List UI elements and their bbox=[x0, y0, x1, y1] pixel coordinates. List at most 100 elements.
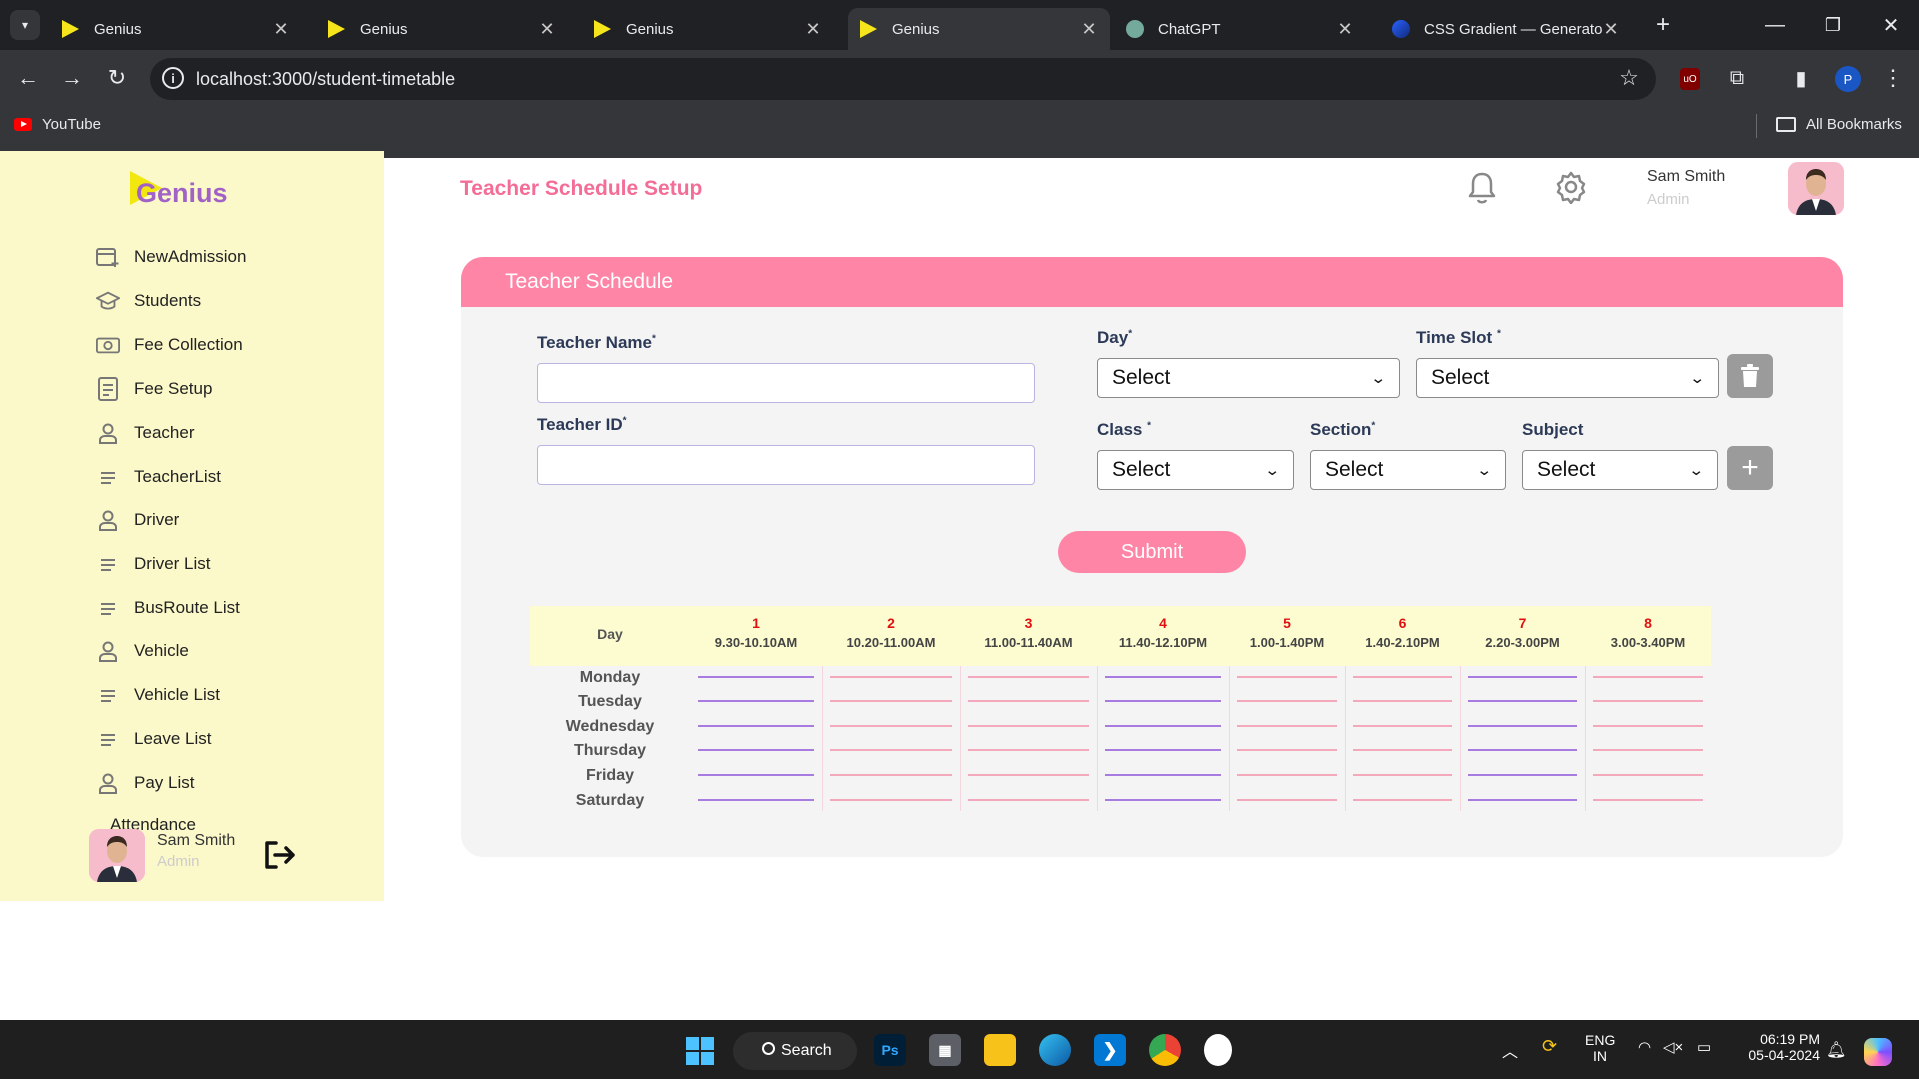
browser-tab-active[interactable]: Genius ✕ bbox=[848, 8, 1110, 50]
sidebar-item-pay-list[interactable]: Pay List bbox=[96, 772, 194, 794]
timetable-slot[interactable] bbox=[698, 700, 814, 702]
timetable-slot[interactable] bbox=[1237, 749, 1337, 751]
submit-button[interactable]: Submit bbox=[1058, 531, 1246, 573]
sidebar-item-driver-list[interactable]: Driver List bbox=[96, 553, 211, 575]
language-indicator[interactable]: ENG IN bbox=[1585, 1032, 1615, 1064]
timetable-slot[interactable] bbox=[1105, 700, 1221, 702]
timetable-slot[interactable] bbox=[1468, 676, 1577, 678]
tray-overflow-chevron-icon[interactable]: ︿ bbox=[1502, 1038, 1518, 1062]
timetable-slot[interactable] bbox=[968, 774, 1089, 776]
close-window-icon[interactable]: ✕ bbox=[1876, 10, 1906, 40]
timetable-slot[interactable] bbox=[1593, 676, 1703, 678]
battery-icon[interactable]: ▭ bbox=[1697, 1038, 1711, 1056]
notification-icon[interactable]: 🔔︎ bbox=[1826, 1040, 1846, 1060]
timetable-slot[interactable] bbox=[698, 799, 814, 801]
day-select[interactable]: Select ⌄ bbox=[1097, 358, 1400, 398]
photoshop-icon[interactable]: Ps bbox=[874, 1034, 906, 1066]
sidebar-item-vehicle[interactable]: Vehicle bbox=[96, 640, 189, 662]
timetable-slot[interactable] bbox=[1353, 749, 1452, 751]
class-select[interactable]: Select ⌄ bbox=[1097, 450, 1294, 490]
timetable-slot[interactable] bbox=[830, 774, 952, 776]
back-arrow-icon[interactable]: ← bbox=[13, 63, 43, 93]
profile-avatar[interactable]: P bbox=[1835, 66, 1861, 92]
timetable-slot[interactable] bbox=[1468, 774, 1577, 776]
close-tab-icon[interactable]: ✕ bbox=[538, 19, 556, 40]
sidebar-item-busroute-list[interactable]: BusRoute List bbox=[96, 597, 240, 619]
timetable-slot[interactable] bbox=[830, 799, 952, 801]
browser-tab[interactable]: CSS Gradient — Generator ✕ bbox=[1380, 8, 1632, 50]
browser-tab[interactable]: ChatGPT ✕ bbox=[1114, 8, 1366, 50]
timetable-slot[interactable] bbox=[698, 749, 814, 751]
copilot-icon[interactable] bbox=[1864, 1038, 1892, 1066]
clock[interactable]: 06:19 PM 05-04-2024 bbox=[1738, 1031, 1820, 1063]
sidebar-item-driver[interactable]: Driver bbox=[96, 509, 179, 531]
timetable-slot[interactable] bbox=[1105, 725, 1221, 727]
sidebar-item-fee-collection[interactable]: Fee Collection bbox=[96, 334, 243, 356]
section-select[interactable]: Select ⌄ bbox=[1310, 450, 1506, 490]
restore-window-icon[interactable]: ❐ bbox=[1818, 10, 1848, 40]
timetable-slot[interactable] bbox=[968, 725, 1089, 727]
site-info-icon[interactable]: i bbox=[162, 67, 184, 89]
teacher-name-input[interactable] bbox=[537, 363, 1035, 403]
bookmark-youtube[interactable]: YouTube bbox=[42, 116, 101, 133]
address-bar[interactable]: localhost:3000/student-timetable bbox=[150, 58, 1656, 100]
timetable-slot[interactable] bbox=[698, 676, 814, 678]
sidebar-item-new-admission[interactable]: NewAdmission bbox=[96, 246, 246, 268]
sidebar-item-fee-setup[interactable]: Fee Setup bbox=[96, 377, 212, 401]
side-panel-icon[interactable]: ▮ bbox=[1786, 63, 1816, 93]
bookmark-star-icon[interactable]: ☆ bbox=[1614, 63, 1644, 93]
forward-arrow-icon[interactable]: → bbox=[57, 63, 87, 93]
timetable-slot[interactable] bbox=[968, 799, 1089, 801]
close-tab-icon[interactable]: ✕ bbox=[1080, 19, 1098, 40]
close-tab-icon[interactable]: ✕ bbox=[1602, 19, 1620, 40]
browser-tab[interactable]: Genius ✕ bbox=[316, 8, 568, 50]
taskbar-search[interactable]: Search bbox=[733, 1032, 857, 1070]
timetable-slot[interactable] bbox=[1237, 774, 1337, 776]
timetable-slot[interactable] bbox=[1468, 700, 1577, 702]
sidebar-item-teacher[interactable]: Teacher bbox=[96, 422, 194, 444]
timetable-slot[interactable] bbox=[1105, 676, 1221, 678]
timetable-slot[interactable] bbox=[1593, 799, 1703, 801]
time-slot-select[interactable]: Select ⌄ bbox=[1416, 358, 1719, 398]
timetable-slot[interactable] bbox=[830, 700, 952, 702]
edge-icon[interactable] bbox=[1039, 1034, 1071, 1066]
timetable-slot[interactable] bbox=[968, 749, 1089, 751]
sidebar-item-teacher-list[interactable]: TeacherList bbox=[96, 466, 221, 488]
volume-muted-icon[interactable]: ◁× bbox=[1663, 1038, 1683, 1056]
browser-tab[interactable]: Genius ✕ bbox=[582, 8, 834, 50]
file-explorer-icon[interactable] bbox=[984, 1034, 1016, 1066]
timetable-slot[interactable] bbox=[1237, 700, 1337, 702]
timetable-slot[interactable] bbox=[1593, 700, 1703, 702]
timetable-slot[interactable] bbox=[1237, 799, 1337, 801]
timetable-slot[interactable] bbox=[698, 725, 814, 727]
sidebar-item-vehicle-list[interactable]: Vehicle List bbox=[96, 684, 220, 706]
timetable-slot[interactable] bbox=[830, 749, 952, 751]
timetable-slot[interactable] bbox=[830, 676, 952, 678]
timetable-slot[interactable] bbox=[1237, 725, 1337, 727]
timetable-slot[interactable] bbox=[1468, 749, 1577, 751]
ublock-extension-icon[interactable]: uO bbox=[1680, 68, 1700, 90]
timetable-slot[interactable] bbox=[1353, 676, 1452, 678]
teacher-id-input[interactable] bbox=[537, 445, 1035, 485]
logout-icon[interactable] bbox=[263, 840, 297, 870]
timetable-slot[interactable] bbox=[698, 774, 814, 776]
browser-tab[interactable]: Genius ✕ bbox=[50, 8, 302, 50]
windows-start-icon[interactable] bbox=[686, 1037, 714, 1065]
timetable-slot[interactable] bbox=[1468, 725, 1577, 727]
app-logo[interactable]: Genius bbox=[136, 178, 228, 209]
timetable-slot[interactable] bbox=[1105, 774, 1221, 776]
reload-icon[interactable]: ↻ bbox=[102, 63, 132, 93]
vscode-icon[interactable]: ❯ bbox=[1094, 1034, 1126, 1066]
new-tab-icon[interactable]: + bbox=[1648, 10, 1678, 40]
minimize-window-icon[interactable]: — bbox=[1760, 10, 1790, 40]
settings-gear-icon[interactable] bbox=[1554, 170, 1588, 205]
timetable-slot[interactable] bbox=[1468, 799, 1577, 801]
timetable-slot[interactable] bbox=[830, 725, 952, 727]
timetable-slot[interactable] bbox=[1105, 799, 1221, 801]
chrome-icon[interactable] bbox=[1149, 1034, 1181, 1066]
timetable-slot[interactable] bbox=[1353, 700, 1452, 702]
sidebar-item-leave-list[interactable]: Leave List bbox=[96, 728, 212, 750]
timetable-slot[interactable] bbox=[1593, 749, 1703, 751]
sidebar-item-students[interactable]: Students bbox=[96, 290, 201, 312]
delete-button[interactable] bbox=[1727, 354, 1773, 398]
